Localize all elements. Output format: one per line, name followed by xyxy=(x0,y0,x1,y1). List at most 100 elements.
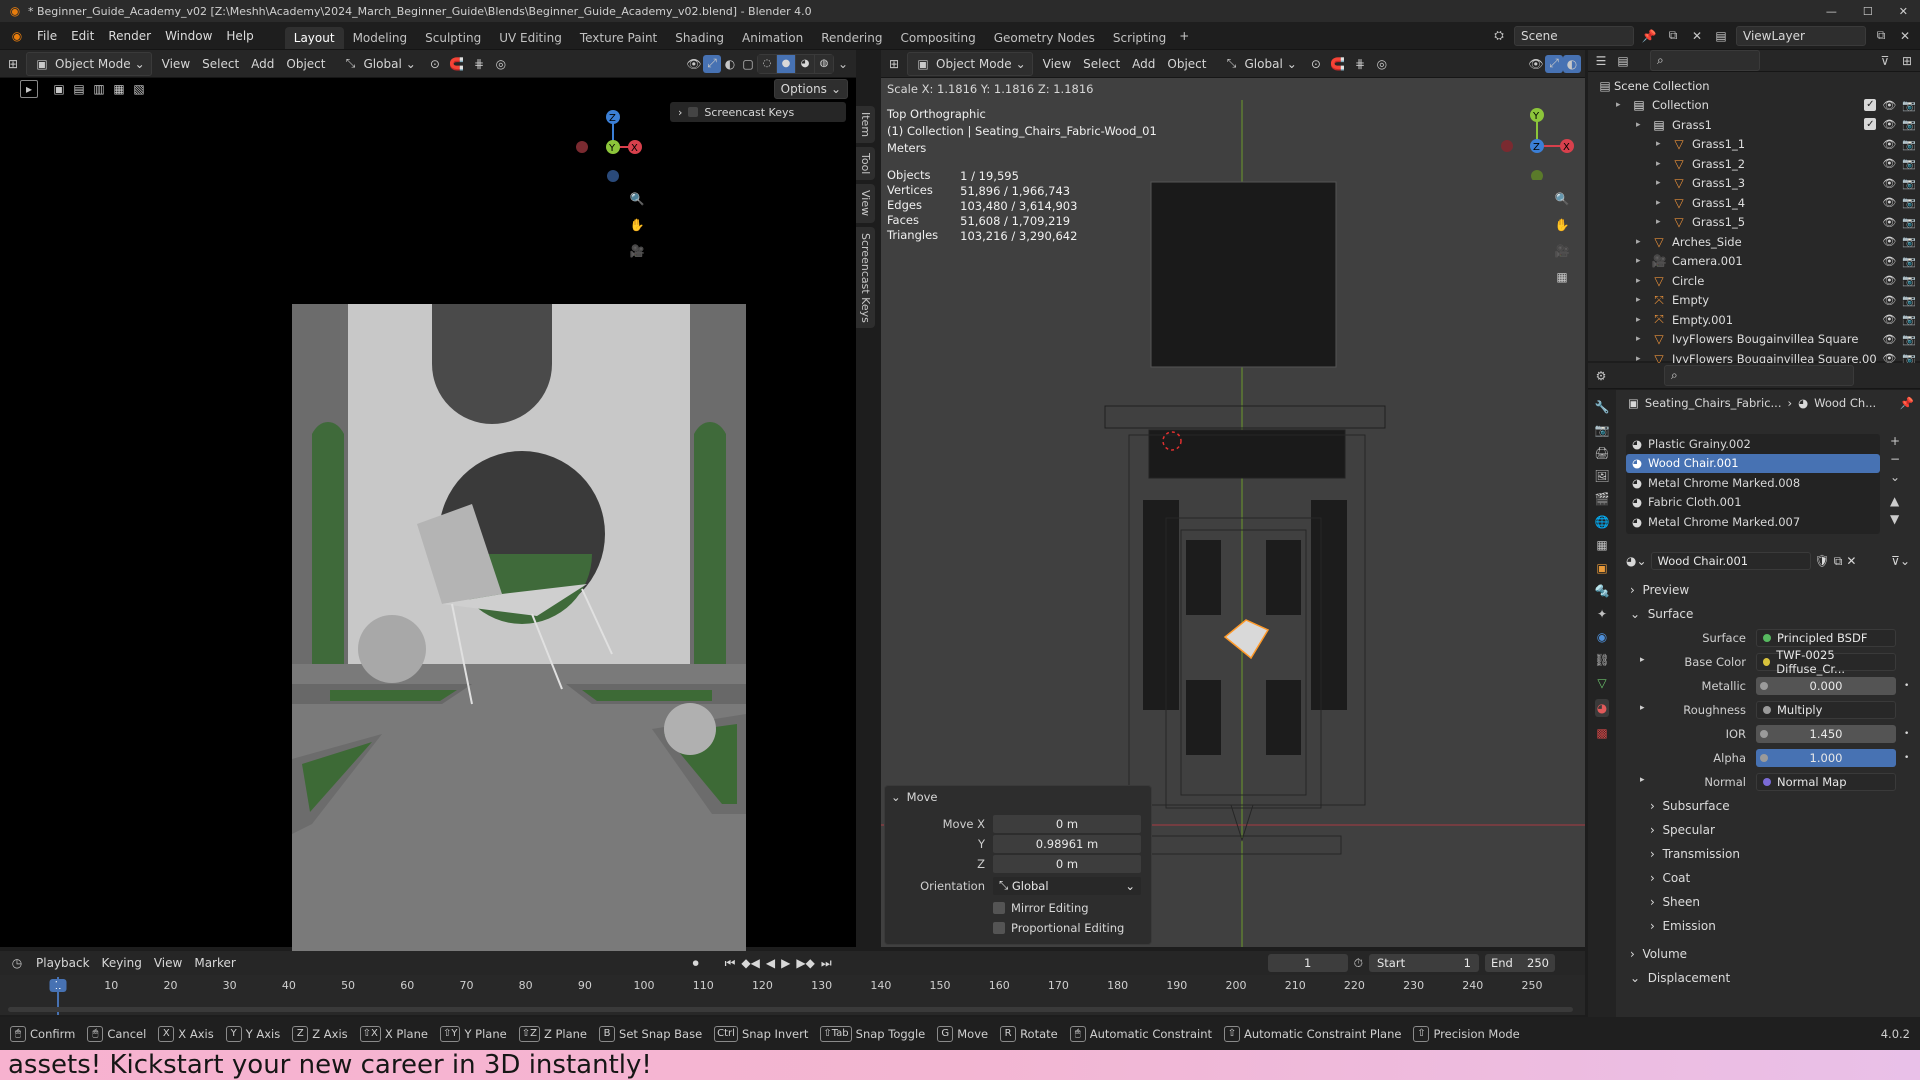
select-subtract-icon[interactable]: ▥ xyxy=(90,80,108,98)
left-menu-add[interactable]: Add xyxy=(245,55,280,73)
right-visibility-icon[interactable]: 👁 xyxy=(1527,55,1545,73)
outliner-item[interactable]: ▸ ▤ Collection ✓ 👁 📷 xyxy=(1588,96,1920,116)
move-x-field[interactable]: 0 m xyxy=(993,814,1141,833)
new-collection-icon[interactable]: ⊞ xyxy=(1898,52,1916,70)
eye-icon[interactable]: 👁 xyxy=(1882,313,1896,326)
snap-icon[interactable]: 🧲 xyxy=(448,55,466,73)
select-invert-icon[interactable]: ▦ xyxy=(110,80,128,98)
view-layer-icon[interactable]: ▤ xyxy=(1712,27,1730,45)
right-orientation-dropdown[interactable]: ⤡ Global ⌄ xyxy=(1217,53,1303,75)
render-camera-icon[interactable]: 📷 xyxy=(1902,216,1916,229)
frame-ruler[interactable]: 1102030405060708090100110120130140150160… xyxy=(0,977,1585,997)
scene-tab-icon[interactable]: 🎬 xyxy=(1595,492,1610,506)
menu-render[interactable]: Render xyxy=(101,26,158,46)
physics-tab-icon[interactable]: ◉ xyxy=(1597,630,1607,644)
gizmo-icon[interactable]: ⤢ xyxy=(703,54,721,73)
camera-view-icon[interactable]: 🎥 xyxy=(628,242,646,260)
eye-icon[interactable]: 👁 xyxy=(1882,274,1896,287)
end-frame-field[interactable]: End 250 xyxy=(1485,954,1555,972)
output-tab-icon[interactable]: 🖨 xyxy=(1594,446,1609,460)
add-workspace-icon[interactable]: + xyxy=(1175,27,1193,45)
new-view-layer-icon[interactable]: ⧉ xyxy=(1872,27,1890,45)
play-icon[interactable]: ▶ xyxy=(781,956,790,970)
world-tab-icon[interactable]: 🌐 xyxy=(1595,515,1610,529)
rendered-shading-icon[interactable]: ◍ xyxy=(815,54,833,73)
left-orientation-dropdown[interactable]: ⤡ Global ⌄ xyxy=(336,53,422,75)
left-menu-object[interactable]: Object xyxy=(280,55,331,73)
right-editor-type-icon[interactable]: ⊞ xyxy=(885,55,903,73)
workspace-tab-shading[interactable]: Shading xyxy=(666,27,733,49)
minimize-icon[interactable]: — xyxy=(1826,5,1837,18)
material-slot[interactable]: ◕ Plastic Grainy.002 xyxy=(1626,434,1880,454)
screencast-keys-panel[interactable]: › Screencast Keys xyxy=(670,102,846,122)
scene-selector[interactable]: Scene xyxy=(1514,25,1634,46)
proportional-edit-icon[interactable]: ◎ xyxy=(492,55,510,73)
select-box-icon[interactable]: ▣ xyxy=(50,80,68,98)
right-pivot-icon[interactable]: ⊙ xyxy=(1307,55,1325,73)
side-tab-tool[interactable]: Tool xyxy=(856,147,875,181)
slot-specials-icon[interactable]: ⌄ xyxy=(1890,470,1900,484)
outliner-item[interactable]: ▸ ▽ Grass1_3 👁 📷 xyxy=(1588,174,1920,194)
blender-menu-icon[interactable]: ◉ xyxy=(8,27,26,45)
workspace-tab-modeling[interactable]: Modeling xyxy=(344,27,417,49)
eye-icon[interactable]: 👁 xyxy=(1882,99,1896,112)
workspace-tab-geometry-nodes[interactable]: Geometry Nodes xyxy=(985,27,1104,49)
outliner-item[interactable]: ▸ ⤧ Empty 👁 📷 xyxy=(1588,291,1920,311)
expand-toggle-icon[interactable]: ▸ xyxy=(1656,178,1670,188)
timeline-menu-marker[interactable]: Marker xyxy=(188,954,241,972)
tool-tab-icon[interactable]: 🔧 xyxy=(1595,400,1610,414)
wireframe-shading-icon[interactable]: ◌ xyxy=(758,54,776,73)
workspace-tab-uv-editing[interactable]: UV Editing xyxy=(490,27,571,49)
exclude-checkbox[interactable]: ✓ xyxy=(1864,98,1877,111)
maximize-icon[interactable]: ☐ xyxy=(1863,5,1873,18)
workspace-tab-rendering[interactable]: Rendering xyxy=(812,27,891,49)
options-dropdown[interactable]: Options ⌄ xyxy=(773,79,848,99)
solid-shading-icon[interactable]: ● xyxy=(777,54,795,73)
move-operator-panel[interactable]: ⌄ Move Move X 0 m Y 0.98961 m Z 0 m Orientat… xyxy=(884,785,1152,945)
eye-icon[interactable]: 👁 xyxy=(1882,118,1896,131)
right-menu-object[interactable]: Object xyxy=(1161,55,1212,73)
render-camera-icon[interactable]: 📷 xyxy=(1902,235,1916,248)
side-tab-view[interactable]: View xyxy=(856,184,875,223)
right-navigation-gizmo[interactable]: Y Z X xyxy=(1493,100,1583,180)
left-camera-viewport[interactable]: › Screencast Keys Z Y X 🔍 ✋ 🎥 xyxy=(0,100,856,952)
unlink-material-icon[interactable]: ✕ xyxy=(1846,554,1856,568)
coat-section[interactable]: › Coat xyxy=(1616,866,1920,890)
node-link-icon[interactable]: ⊽⌄ xyxy=(1891,554,1910,568)
outliner-item[interactable]: ▸ ▽ Grass1_5 👁 📷 xyxy=(1588,213,1920,233)
menu-edit[interactable]: Edit xyxy=(64,26,101,46)
texture-tab-icon[interactable]: ▩ xyxy=(1596,726,1607,740)
select-tool-icon[interactable]: ▸ xyxy=(20,80,38,98)
expand-toggle-icon[interactable]: ▸ xyxy=(1636,120,1650,130)
left-mode-dropdown[interactable]: ▣ Object Mode ⌄ xyxy=(26,51,152,76)
right-mode-dropdown[interactable]: ▣ Object Mode ⌄ xyxy=(907,51,1033,76)
surface-row-field[interactable]: 1.000 xyxy=(1756,749,1896,767)
render-camera-icon[interactable]: 📷 xyxy=(1902,177,1916,190)
right-pan-hand-icon[interactable]: ✋ xyxy=(1553,216,1571,234)
expand-toggle-icon[interactable]: ▸ xyxy=(1656,217,1670,227)
outliner-item[interactable]: ▸ ⤧ Empty.001 👁 📷 xyxy=(1588,310,1920,330)
right-snap-icon[interactable]: 🧲 xyxy=(1329,55,1347,73)
render-camera-icon[interactable]: 📷 xyxy=(1902,333,1916,346)
preview-range-icon[interactable]: ⏱ xyxy=(1354,956,1363,971)
right-camera-view-icon[interactable]: 🎥 xyxy=(1553,242,1571,260)
eye-icon[interactable]: 👁 xyxy=(1882,138,1896,151)
material-slot[interactable]: ◕ Metal Chrome Marked.007 xyxy=(1626,512,1880,532)
overlay-icon[interactable]: ◐ xyxy=(721,55,739,73)
exclude-checkbox[interactable]: ✓ xyxy=(1864,118,1877,131)
outliner-item[interactable]: ▸ 🎥 Camera.001 👁 📷 xyxy=(1588,252,1920,272)
perspective-toggle-icon[interactable]: ▦ xyxy=(1553,268,1571,286)
material-slot[interactable]: ◕ Wood Chair.001 xyxy=(1626,453,1880,473)
outliner-item[interactable]: ▸ ▽ Arches_Side 👁 📷 xyxy=(1588,232,1920,252)
eye-icon[interactable]: 👁 xyxy=(1882,333,1896,346)
close-icon[interactable]: ✕ xyxy=(1899,5,1908,18)
keyframe-dot-icon[interactable]: • xyxy=(1904,681,1909,691)
preview-section[interactable]: › Preview xyxy=(1616,578,1920,602)
new-scene-icon[interactable]: ⧉ xyxy=(1664,27,1682,45)
view-layer-tab-icon[interactable]: 🖼 xyxy=(1594,469,1609,483)
next-keyframe-icon[interactable]: ▶◆ xyxy=(796,956,814,970)
duplicate-material-icon[interactable]: ⧉ xyxy=(1834,554,1843,569)
material-tab-icon[interactable]: ◕ xyxy=(1594,699,1610,717)
jump-end-icon[interactable]: ⏭ xyxy=(821,956,832,971)
render-camera-icon[interactable]: 📷 xyxy=(1902,196,1916,209)
